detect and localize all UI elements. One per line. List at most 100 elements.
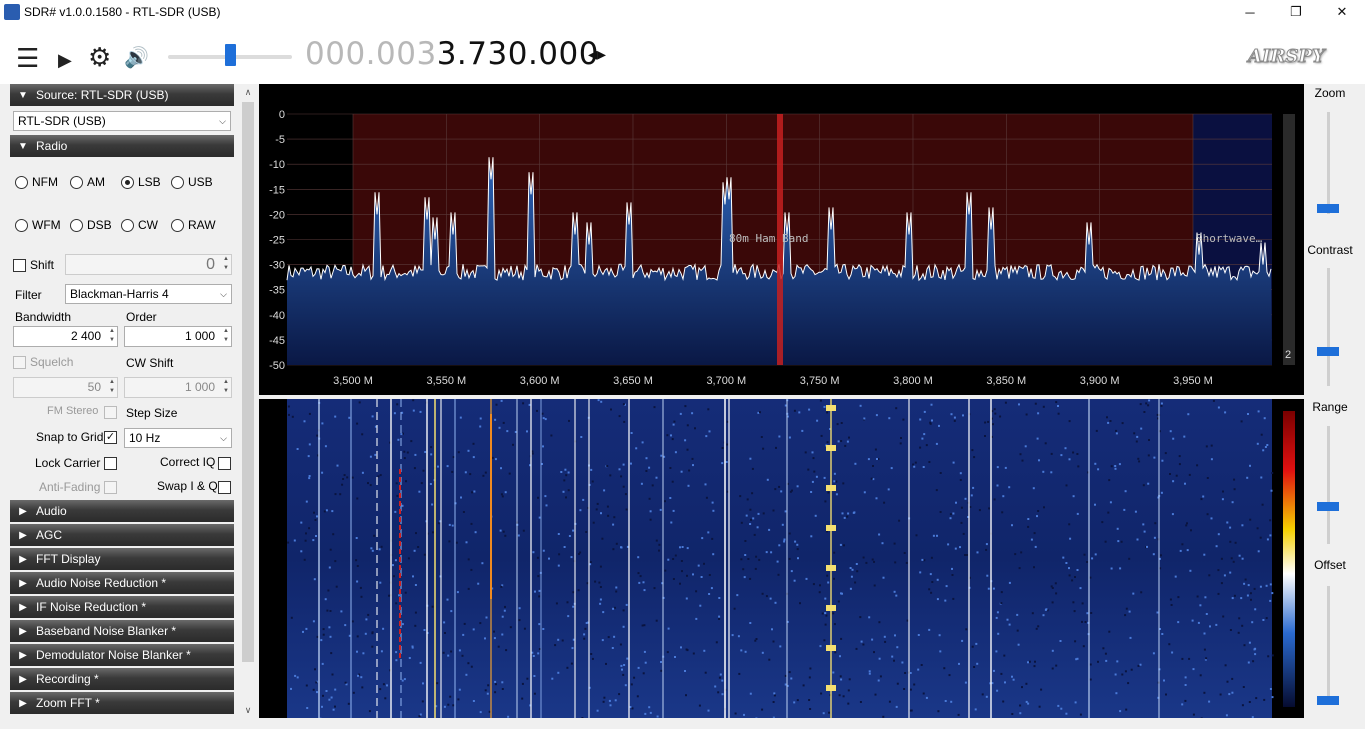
volume-slider-thumb[interactable] [224, 44, 236, 66]
speaker-icon[interactable]: 🔊 [124, 46, 149, 70]
lock-carrier-checkbox[interactable] [104, 457, 117, 470]
noise-speck [437, 465, 439, 468]
noise-speck [293, 539, 296, 542]
mode-radio-raw[interactable]: RAW [171, 218, 216, 232]
spin-arrows-icon[interactable]: ▲ ▼ [223, 327, 229, 345]
waterfall-display[interactable] [259, 399, 1304, 720]
scrollbar-thumb[interactable] [242, 102, 254, 662]
section-header-audio-noise-reduction[interactable]: ▶ Audio Noise Reduction * [10, 572, 234, 594]
left-panel-scrollbar[interactable]: ∧ ∨ [240, 84, 256, 718]
radio-circle[interactable] [70, 175, 83, 189]
noise-speck [1057, 405, 1059, 407]
noise-speck [1117, 540, 1120, 543]
filter-select[interactable]: Blackman-Harris 4 ⌵ [65, 284, 232, 304]
section-header-agc[interactable]: ▶ AGC [10, 524, 234, 546]
order-input[interactable]: 1 000 ▲ ▼ [124, 326, 232, 347]
cw-shift-input[interactable]: 1 000 ▲ ▼ [124, 377, 232, 398]
mode-radio-dsb[interactable]: DSB [70, 218, 112, 232]
noise-speck [1037, 510, 1040, 512]
shift-input[interactable]: 0 ▲ ▼ [65, 254, 232, 275]
mode-radio-am[interactable]: AM [70, 175, 105, 189]
fm-stereo-checkbox[interactable] [104, 406, 117, 419]
restore-button[interactable]: ❐ [1273, 0, 1319, 24]
noise-speck [612, 548, 615, 551]
menu-icon[interactable]: ☰ [16, 45, 39, 71]
spectrum-plot[interactable]: 80m Ham Band Shortwave… 0 -5 -10 -15 -20 -25 -… [259, 84, 1304, 395]
noise-speck [400, 433, 403, 436]
noise-speck [308, 443, 311, 446]
bandwidth-input[interactable]: 2 400 ▲ ▼ [13, 326, 118, 347]
section-header-baseband-noise-blanker[interactable]: ▶ Baseband Noise Blanker * [10, 620, 234, 642]
squelch-input[interactable]: 50 ▲ ▼ [13, 377, 118, 398]
noise-speck [715, 641, 718, 644]
step-size-select[interactable]: 10 Hz ⌵ [124, 428, 232, 448]
anti-fading-checkbox[interactable] [104, 481, 117, 494]
noise-speck [1134, 510, 1137, 513]
section-header-zoom-fft[interactable]: ▶ Zoom FFT * [10, 692, 234, 714]
noise-speck [670, 521, 673, 524]
section-header-if-noise-reduction[interactable]: ▶ IF Noise Reduction * [10, 596, 234, 618]
section-label: FFT Display [36, 552, 101, 566]
contrast-slider-track[interactable] [1327, 268, 1330, 386]
offset-slider-track[interactable] [1327, 586, 1330, 704]
frequency-active-digits[interactable]: 3.730.000 [437, 36, 599, 72]
scroll-down-icon[interactable]: ∨ [240, 702, 256, 718]
radio-circle[interactable] [70, 218, 83, 232]
radio-circle-selected[interactable] [121, 175, 134, 189]
section-header-fft-display[interactable]: ▶ FFT Display [10, 548, 234, 570]
section-header-demodulator-noise-blanker[interactable]: ▶ Demodulator Noise Blanker * [10, 644, 234, 666]
frequency-step-arrows-icon[interactable]: ◂▸ [588, 44, 606, 65]
noise-speck [1127, 682, 1130, 685]
range-slider-track[interactable] [1327, 426, 1330, 544]
mode-radio-lsb[interactable]: LSB [121, 175, 161, 189]
mode-radio-cw[interactable]: CW [121, 218, 158, 232]
noise-speck [1042, 614, 1045, 617]
frequency-display[interactable]: 000.0033.730.000 [305, 36, 599, 72]
offset-slider-thumb[interactable] [1317, 696, 1339, 705]
section-header-audio[interactable]: ▶ Audio [10, 500, 234, 522]
spin-arrows-icon[interactable]: ▲ ▼ [109, 327, 115, 345]
shift-checkbox[interactable] [13, 259, 26, 272]
correct-iq-checkbox[interactable] [218, 457, 231, 470]
radio-circle[interactable] [171, 175, 184, 189]
zoom-slider-track[interactable] [1327, 112, 1330, 214]
snap-to-grid-checkbox[interactable]: ✓ [104, 431, 117, 444]
squelch-checkbox[interactable] [13, 356, 26, 369]
scroll-up-icon[interactable]: ∧ [240, 84, 256, 100]
range-slider-thumb[interactable] [1317, 502, 1339, 511]
play-icon[interactable]: ▶ [58, 48, 72, 72]
noise-speck [1051, 587, 1054, 589]
close-button[interactable]: ✕ [1319, 0, 1365, 24]
gear-icon[interactable]: ⚙ [88, 44, 111, 70]
contrast-slider-thumb[interactable] [1317, 347, 1339, 356]
spectrum-analyzer[interactable]: 80m Ham Band Shortwave… 0 -5 -10 -15 -20 -25 -… [259, 84, 1304, 395]
noise-speck [937, 710, 940, 713]
source-device-select[interactable]: RTL-SDR (USB) ⌵ [13, 111, 231, 131]
zoom-slider-thumb[interactable] [1317, 204, 1339, 213]
noise-speck [1153, 456, 1156, 459]
spin-arrows-icon[interactable]: ▲ ▼ [109, 378, 115, 396]
mode-radio-nfm[interactable]: NFM [15, 175, 58, 189]
spin-arrows-icon[interactable]: ▲ ▼ [223, 378, 229, 396]
frequency-leading-digits[interactable]: 000.003 [305, 36, 437, 72]
minimize-button[interactable]: ─ [1227, 0, 1273, 24]
noise-speck [1148, 439, 1150, 441]
swap-iq-checkbox[interactable] [218, 481, 231, 494]
radio-circle[interactable] [15, 218, 28, 232]
noise-speck [874, 448, 877, 451]
noise-speck [928, 461, 931, 463]
noise-speck [1178, 455, 1181, 458]
mode-radio-wfm[interactable]: WFM [15, 218, 61, 232]
radio-circle[interactable] [171, 218, 184, 232]
source-section-header[interactable]: ▼ Source: RTL-SDR (USB) [10, 84, 234, 106]
radio-circle[interactable] [121, 218, 134, 232]
radio-circle[interactable] [15, 175, 28, 189]
spin-arrows-icon[interactable]: ▲ ▼ [223, 255, 229, 273]
section-header-recording[interactable]: ▶ Recording * [10, 668, 234, 690]
radio-section-header[interactable]: ▼ Radio [10, 135, 234, 157]
noise-speck [470, 522, 473, 525]
waterfall-plot[interactable] [259, 399, 1304, 720]
mode-radio-usb[interactable]: USB [171, 175, 213, 189]
section-label: AGC [36, 528, 63, 542]
noise-speck [417, 546, 420, 548]
